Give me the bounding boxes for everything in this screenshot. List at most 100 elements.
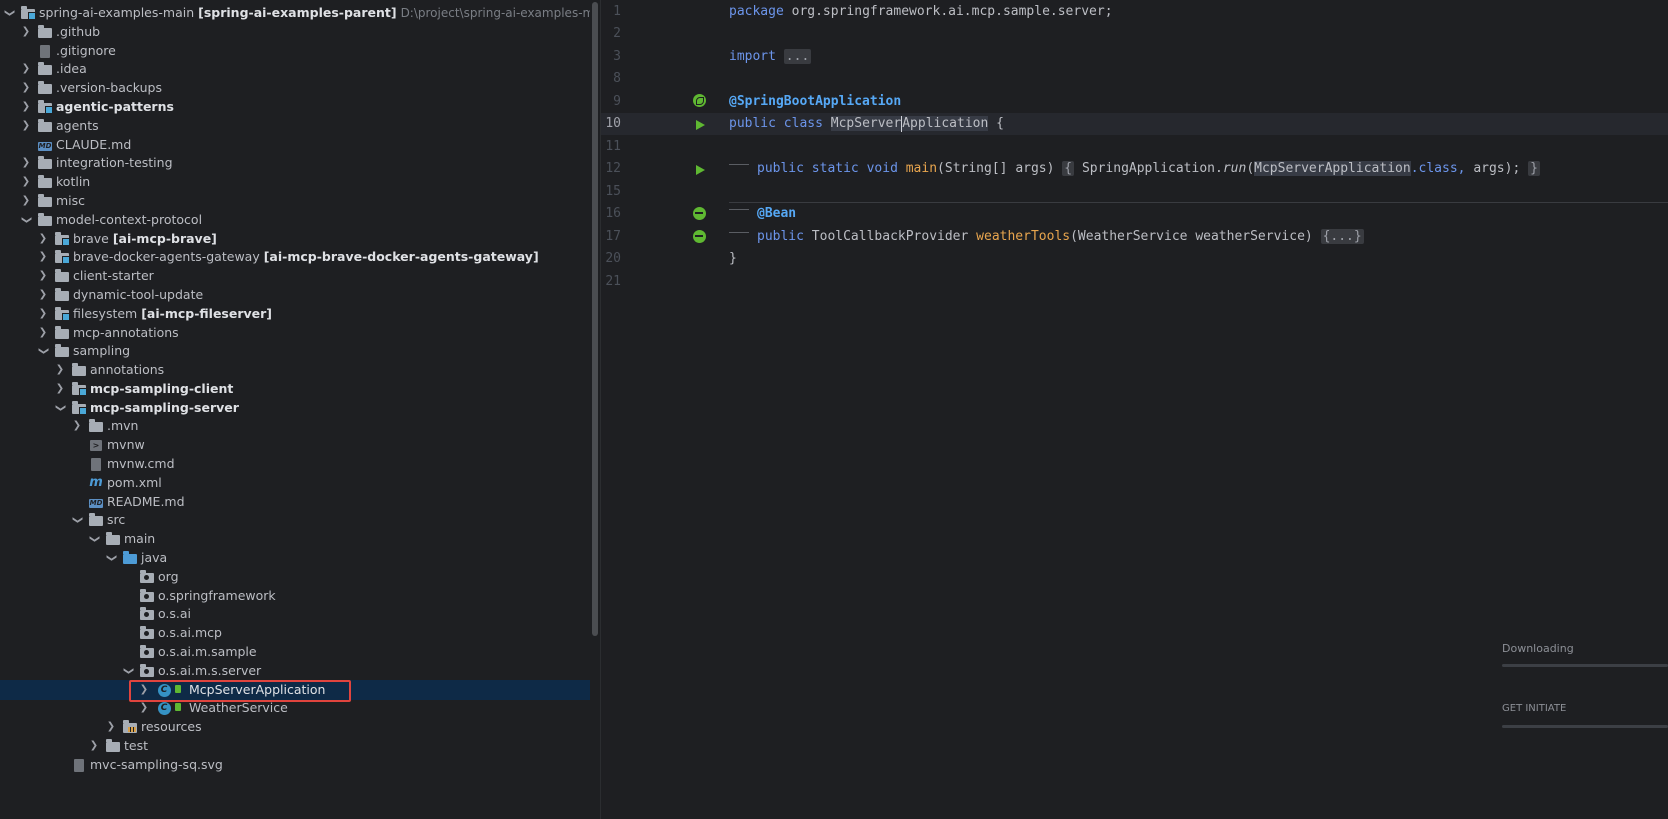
tree-item-agents[interactable]: ❯ agents <box>0 116 638 136</box>
chevron-down-icon[interactable]: ❯ <box>0 7 19 19</box>
chevron-down-icon[interactable]: ❯ <box>50 402 70 414</box>
tree-item-label: test <box>124 738 149 753</box>
code-line-20[interactable]: } <box>729 248 737 270</box>
tree-item-kotlin[interactable]: ❯ kotlin <box>0 172 638 192</box>
chevron-right-icon[interactable]: ❯ <box>54 379 66 399</box>
spring-boot-leaf-icon[interactable] <box>693 94 707 108</box>
tree-item-client-starter[interactable]: ❯ client-starter <box>0 266 638 286</box>
tree-item-idea[interactable]: ❯ .idea <box>0 59 638 79</box>
module-folder-icon <box>54 232 70 246</box>
tree-item-pom-xml[interactable]: m pom.xml <box>0 473 638 493</box>
chevron-right-icon[interactable]: ❯ <box>37 285 49 305</box>
tree-item-weather-service[interactable]: ❯ C WeatherService <box>0 698 638 718</box>
tree-item-pkg-springframework[interactable]: o.springframework <box>0 586 638 606</box>
tree-item-claude-md[interactable]: MD CLAUDE.md <box>0 135 638 155</box>
bean-navigation-icon[interactable] <box>693 207 707 221</box>
fold-block[interactable]: {...} <box>1320 229 1364 244</box>
chevron-right-icon[interactable]: ❯ <box>138 680 150 700</box>
run-icon[interactable] <box>693 163 707 177</box>
line-number: 9 <box>613 94 621 109</box>
chevron-right-icon[interactable]: ❯ <box>20 59 32 79</box>
tree-item-pkg-sample[interactable]: o.s.ai.m.sample <box>0 642 638 662</box>
tree-item-svg-file[interactable]: mvc-sampling-sq.svg <box>0 755 638 775</box>
fold-brace[interactable]: } <box>1528 161 1540 176</box>
tree-scrollbar-thumb[interactable] <box>592 2 598 636</box>
tree-item-test[interactable]: ❯ test <box>0 736 638 756</box>
code-line-9[interactable]: @SpringBootApplication <box>729 91 901 113</box>
chevron-right-icon[interactable]: ❯ <box>20 22 32 42</box>
keyword: package <box>729 4 784 19</box>
tree-item-annotations[interactable]: ❯ annotations <box>0 360 638 380</box>
tree-item-pkg-org[interactable]: org <box>0 567 638 587</box>
chevron-down-icon[interactable]: ❯ <box>67 514 87 526</box>
chevron-right-icon[interactable]: ❯ <box>37 266 49 286</box>
code-editor[interactable]: 1 1 2 3 8 9 10 11 12 15 16 17 20 21 pack… <box>601 0 1668 819</box>
chevron-right-icon[interactable]: ❯ <box>88 736 100 756</box>
tree-item-mvn-folder[interactable]: ❯ .mvn <box>0 416 638 436</box>
tree-item-pkg-ai[interactable]: o.s.ai <box>0 604 638 624</box>
code-line-16[interactable]: @Bean <box>729 203 796 225</box>
tree-item-version-backups[interactable]: ❯ .version-backups <box>0 78 638 98</box>
chevron-right-icon[interactable]: ❯ <box>20 191 32 211</box>
tree-item-src[interactable]: ❯ src <box>0 510 638 530</box>
fold-brace[interactable]: { <box>1062 161 1075 176</box>
tree-item-mcp-annotations[interactable]: ❯ mcp-annotations <box>0 323 638 343</box>
tree-item-integration-testing[interactable]: ❯ integration-testing <box>0 153 638 173</box>
chevron-down-icon[interactable]: ❯ <box>101 552 121 564</box>
tree-item-filesystem[interactable]: ❯ filesystem [ai-mcp-fileserver] <box>0 304 638 324</box>
tree-item-mcp-sampling-server[interactable]: ❯ mcp-sampling-server <box>0 398 638 418</box>
chevron-right-icon[interactable]: ❯ <box>138 698 150 718</box>
tree-item-sampling[interactable]: ❯ sampling <box>0 341 638 361</box>
code-line-3[interactable]: import ... <box>729 46 812 68</box>
tree-item-agentic-patterns[interactable]: ❯ agentic-patterns <box>0 97 638 117</box>
chevron-right-icon[interactable]: ❯ <box>54 360 66 380</box>
project-tree[interactable]: ❯ spring-ai-examples-main [spring-ai-exa… <box>0 0 638 819</box>
tree-item-misc[interactable]: ❯ misc <box>0 191 638 211</box>
package-icon <box>139 645 155 659</box>
chevron-right-icon[interactable]: ❯ <box>20 116 32 136</box>
line-number: 2 <box>613 26 621 41</box>
tree-item-main[interactable]: ❯ main <box>0 529 638 549</box>
tree-item-mcp-sampling-client[interactable]: ❯ mcp-sampling-client <box>0 379 638 399</box>
tree-item-label: README.md <box>107 494 185 509</box>
code-line-1[interactable]: package org.springframework.ai.mcp.sampl… <box>729 1 1113 23</box>
chevron-right-icon[interactable]: ❯ <box>20 172 32 192</box>
tree-item-brave-docker-agents-gateway[interactable]: ❯ brave-docker-agents-gateway [ai-mcp-br… <box>0 247 638 267</box>
maven-file-icon: m <box>89 475 103 490</box>
tree-item-java[interactable]: ❯ java <box>0 548 638 568</box>
chevron-right-icon[interactable]: ❯ <box>37 247 49 267</box>
chevron-right-icon[interactable]: ❯ <box>37 304 49 324</box>
tree-item-label: agentic-patterns <box>56 99 174 114</box>
chevron-right-icon[interactable]: ❯ <box>20 78 32 98</box>
chevron-down-icon[interactable]: ❯ <box>118 665 138 677</box>
tree-item-module: [ai-mcp-brave] <box>112 231 217 246</box>
tree-item-mvnw-cmd[interactable]: mvnw.cmd <box>0 454 638 474</box>
tree-item-pkg-server[interactable]: ❯ o.s.ai.m.s.server <box>0 661 638 681</box>
code-line-12[interactable]: public static void main(String[] args) {… <box>729 158 1540 180</box>
tree-item-pkg-mcp[interactable]: o.s.ai.mcp <box>0 623 638 643</box>
tree-item-github[interactable]: ❯ .github <box>0 22 638 42</box>
chevron-right-icon[interactable]: ❯ <box>20 153 32 173</box>
chevron-right-icon[interactable]: ❯ <box>37 323 49 343</box>
chevron-right-icon[interactable]: ❯ <box>105 717 117 737</box>
tree-item-brave[interactable]: ❯ brave [ai-mcp-brave] <box>0 229 638 249</box>
run-icon[interactable] <box>693 118 707 132</box>
chevron-right-icon[interactable]: ❯ <box>20 97 32 117</box>
chevron-down-icon[interactable]: ❯ <box>84 533 104 545</box>
code-line-17[interactable]: public ToolCallbackProvider weatherTools… <box>729 226 1364 248</box>
tree-item-resources[interactable]: ❯ resources <box>0 717 638 737</box>
bean-navigation-icon[interactable] <box>693 230 707 244</box>
tree-root[interactable]: ❯ spring-ai-examples-main [spring-ai-exa… <box>0 3 638 23</box>
tree-item-mcp-server-application[interactable]: ❯ C McpServerApplication <box>0 680 638 700</box>
tree-item-readme-md[interactable]: MD README.md <box>0 492 638 512</box>
import-fold[interactable]: ... <box>783 49 812 64</box>
chevron-down-icon[interactable]: ❯ <box>33 345 53 357</box>
tree-item-mvnw[interactable]: > mvnw <box>0 435 638 455</box>
tree-item-dynamic-tool-update[interactable]: ❯ dynamic-tool-update <box>0 285 638 305</box>
chevron-right-icon[interactable]: ❯ <box>71 416 83 436</box>
chevron-down-icon[interactable]: ❯ <box>16 214 36 226</box>
chevron-right-icon[interactable]: ❯ <box>37 229 49 249</box>
code-line-10[interactable]: public class McpServerApplication { <box>729 113 1004 135</box>
tree-item-gitignore[interactable]: .gitignore <box>0 41 638 61</box>
tree-item-model-context-protocol[interactable]: ❯ model-context-protocol <box>0 210 638 230</box>
